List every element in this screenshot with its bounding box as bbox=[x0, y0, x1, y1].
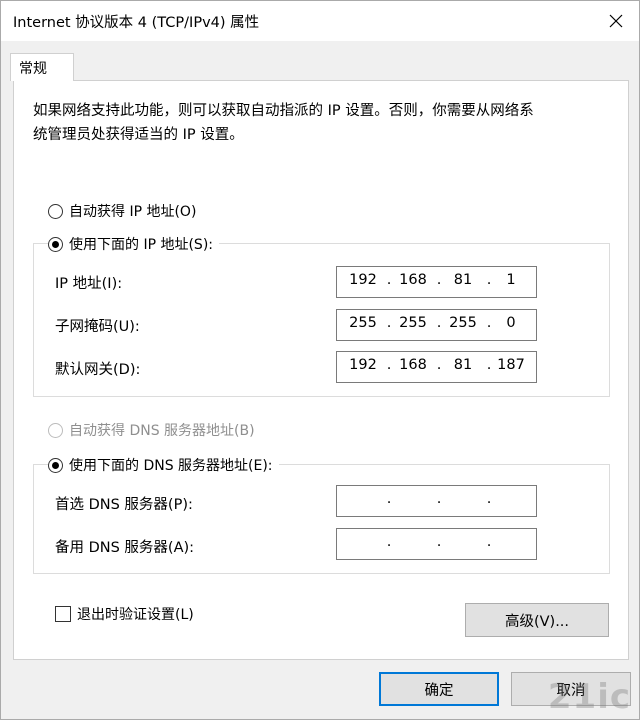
tab-general[interactable]: 常规 bbox=[10, 53, 74, 81]
ip-address-octet-3[interactable]: 81 bbox=[443, 272, 483, 288]
description-text: 如果网络支持此功能，则可以获取自动指派的 IP 设置。否则，你需要从网络系 统管… bbox=[33, 103, 534, 143]
separator-dot: . bbox=[486, 491, 492, 507]
separator-dot: . bbox=[486, 534, 492, 550]
site-watermark: 21ic bbox=[547, 677, 631, 717]
subnet-mask-label: 子网掩码(U): bbox=[55, 319, 140, 335]
manual-dns-radio[interactable]: 使用下面的 DNS 服务器地址(E): bbox=[48, 455, 279, 475]
separator-dot: . bbox=[436, 491, 442, 507]
gateway-input[interactable]: 192 . 168 . 81 . 187 bbox=[336, 351, 537, 383]
title-bar: Internet 协议版本 4 (TCP/IPv4) 属性 bbox=[1, 1, 639, 41]
tab-general-label: 常规 bbox=[19, 61, 47, 77]
ip-address-octet-2[interactable]: 168 bbox=[393, 272, 433, 288]
ip-address-octet-1[interactable]: 192 bbox=[343, 272, 383, 288]
gateway-octet-1[interactable]: 192 bbox=[343, 357, 383, 373]
separator-dot: . bbox=[386, 491, 392, 507]
alternate-dns-label: 备用 DNS 服务器(A): bbox=[55, 540, 195, 556]
alternate-dns-input[interactable]: . . . bbox=[336, 528, 537, 560]
preferred-dns-input[interactable]: . . . bbox=[336, 485, 537, 517]
ip-address-label: IP 地址(I): bbox=[55, 276, 123, 292]
ip-address-octet-4[interactable]: 1 bbox=[491, 272, 531, 288]
subnet-mask-octet-4[interactable]: 0 bbox=[491, 315, 531, 331]
auto-ip-radio[interactable]: 自动获得 IP 地址(O) bbox=[48, 201, 203, 221]
advanced-button[interactable]: 高级(V)... bbox=[465, 603, 609, 637]
separator-dot: . bbox=[386, 534, 392, 550]
validate-settings-label: 退出时验证设置(L) bbox=[77, 607, 194, 623]
subnet-mask-octet-2[interactable]: 255 bbox=[393, 315, 433, 331]
gateway-octet-4[interactable]: 187 bbox=[491, 357, 531, 373]
auto-dns-radio[interactable]: 自动获得 DNS 服务器地址(B) bbox=[48, 420, 261, 440]
separator-dot: . bbox=[386, 357, 392, 373]
separator-dot: . bbox=[386, 272, 392, 288]
close-icon bbox=[609, 14, 623, 28]
manual-dns-label: 使用下面的 DNS 服务器地址(E): bbox=[69, 458, 273, 474]
auto-ip-radio-indicator[interactable] bbox=[48, 203, 63, 219]
auto-dns-label: 自动获得 DNS 服务器地址(B) bbox=[69, 423, 255, 439]
separator-dot: . bbox=[436, 357, 442, 373]
dialog-window: Internet 协议版本 4 (TCP/IPv4) 属性 常规 如果网络支持此… bbox=[0, 0, 640, 720]
ok-button[interactable]: 确定 bbox=[379, 672, 499, 706]
separator-dot: . bbox=[436, 534, 442, 550]
gateway-octet-3[interactable]: 81 bbox=[443, 357, 483, 373]
subnet-mask-octet-3[interactable]: 255 bbox=[443, 315, 483, 331]
ip-address-input[interactable]: 192 . 168 . 81 . 1 bbox=[336, 266, 537, 298]
gateway-octet-2[interactable]: 168 bbox=[393, 357, 433, 373]
close-button[interactable] bbox=[593, 1, 639, 41]
gateway-label: 默认网关(D): bbox=[55, 362, 141, 378]
preferred-dns-label: 首选 DNS 服务器(P): bbox=[55, 497, 193, 513]
manual-dns-radio-indicator[interactable] bbox=[48, 457, 63, 473]
advanced-button-label: 高级(V)... bbox=[504, 613, 570, 630]
validate-settings-checkbox-box[interactable] bbox=[55, 606, 71, 622]
window-title: Internet 协议版本 4 (TCP/IPv4) 属性 bbox=[13, 15, 260, 31]
subnet-mask-input[interactable]: 255 . 255 . 255 . 0 bbox=[336, 309, 537, 341]
ok-button-label: 确定 bbox=[424, 682, 454, 699]
manual-ip-radio[interactable]: 使用下面的 IP 地址(S): bbox=[48, 234, 219, 254]
validate-settings-checkbox[interactable]: 退出时验证设置(L) bbox=[55, 604, 194, 624]
separator-dot: . bbox=[386, 315, 392, 331]
auto-ip-label: 自动获得 IP 地址(O) bbox=[69, 204, 197, 220]
separator-dot: . bbox=[436, 272, 442, 288]
auto-dns-radio-indicator[interactable] bbox=[48, 422, 63, 438]
manual-ip-radio-indicator[interactable] bbox=[48, 236, 63, 252]
subnet-mask-octet-1[interactable]: 255 bbox=[343, 315, 383, 331]
separator-dot: . bbox=[436, 315, 442, 331]
manual-ip-label: 使用下面的 IP 地址(S): bbox=[69, 237, 213, 253]
